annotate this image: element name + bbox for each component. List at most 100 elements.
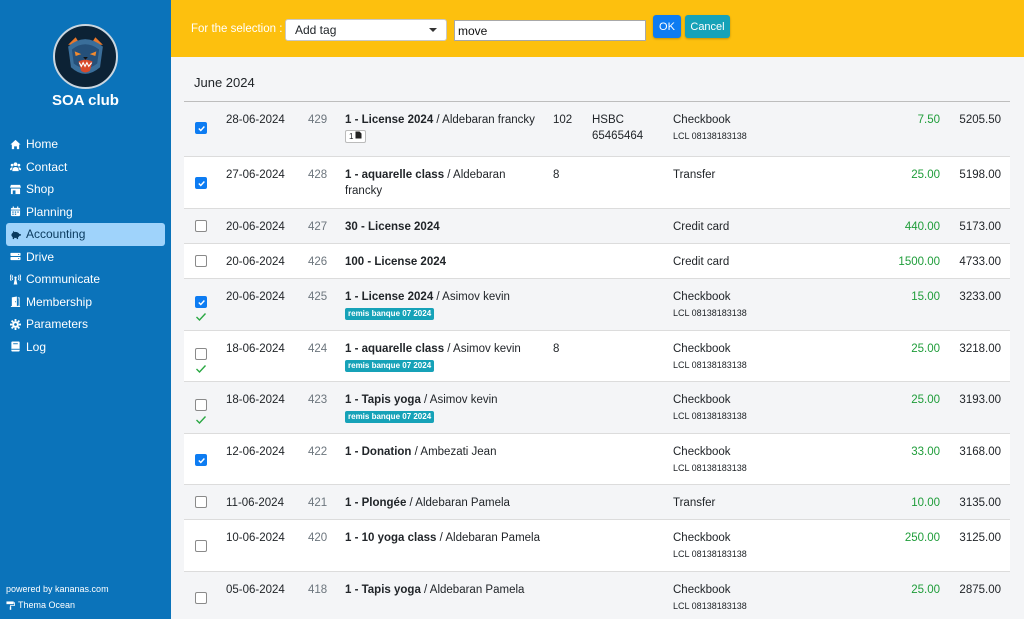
payment-method: Checkbook: [673, 446, 731, 458]
attachment-badge[interactable]: 1: [345, 130, 367, 143]
row-checkbox[interactable]: [195, 399, 207, 411]
row-checkbox[interactable]: [195, 296, 207, 308]
row-amount: 440.00: [904, 221, 940, 233]
row-date: 12-06-2024: [226, 446, 285, 458]
theme-link[interactable]: Thema Ocean: [6, 600, 75, 610]
row-label[interactable]: 1 - 10 yoga class / Aldebaran Pamela: [345, 530, 545, 546]
row-payment-method: Transfer: [673, 167, 793, 183]
row-label[interactable]: 1 - Plongée / Aldebaran Pamela: [345, 495, 545, 511]
row-checkbox[interactable]: [195, 540, 207, 552]
payment-account: LCL 08138183138: [673, 131, 747, 141]
row-date: 20-06-2024: [226, 221, 285, 233]
shop-icon: [9, 184, 22, 195]
table-row[interactable]: 28-06-2024 429 1 - License 2024 / Aldebara…: [184, 102, 1010, 157]
row-number: 429: [308, 114, 328, 126]
row-label-main: 1 - aquarelle class: [345, 343, 445, 355]
row-checkbox[interactable]: [195, 255, 207, 267]
row-checkbox[interactable]: [195, 496, 207, 508]
table-row[interactable]: 11-06-2024 421 1 - Plongée / Aldebaran Pam…: [184, 485, 1010, 520]
row-amount: 7.50: [917, 114, 940, 126]
sidebar-item-planning[interactable]: Planning: [6, 201, 165, 224]
tag-badge[interactable]: remis banque 07 2024: [345, 411, 435, 423]
verified-check-icon: [195, 414, 207, 425]
sidebar-item-contact[interactable]: Contact: [6, 156, 165, 179]
row-label[interactable]: 1 - aquarelle class / Asimov kevin remis …: [345, 341, 545, 373]
row-checkbox[interactable]: [195, 348, 207, 360]
row-amount: 25.00: [911, 169, 940, 181]
row-amount: 33.00: [911, 446, 940, 458]
sidebar: SOA club Home Contact Shop Planning Acco…: [0, 0, 171, 619]
row-quantity: 102: [553, 114, 573, 126]
row-payment-method: Transfer: [673, 495, 793, 511]
sidebar-item-label: Drive: [26, 249, 55, 264]
transactions-table: 28-06-2024 429 1 - License 2024 / Aldebara…: [184, 101, 1010, 619]
action-select[interactable]: Add tag: [285, 19, 447, 41]
table-row[interactable]: 10-06-2024 420 1 - 10 yoga class / Aldebar…: [184, 520, 1010, 572]
row-quantity: 8: [553, 343, 560, 355]
sidebar-item-label: Shop: [26, 182, 55, 197]
row-balance: 5205.50: [959, 114, 1001, 126]
row-checkbox[interactable]: [195, 177, 207, 189]
sidebar-nav: Home Contact Shop Planning Accounting Dr…: [6, 133, 165, 358]
sidebar-item-accounting[interactable]: Accounting: [6, 223, 165, 246]
row-label[interactable]: 1 - License 2024 / Asimov kevin remis ban…: [345, 289, 545, 321]
row-checkbox-cell: [195, 496, 207, 508]
table-row[interactable]: 20-06-2024 426 100 - License 2024 Credit ca…: [184, 244, 1010, 279]
sidebar-item-log[interactable]: Log: [6, 336, 165, 359]
calendar-icon: [9, 206, 22, 217]
row-label-contact: / Asimov kevin: [444, 343, 521, 355]
row-number: 428: [308, 169, 328, 181]
sidebar-item-membership[interactable]: Membership: [6, 291, 165, 314]
row-date: 18-06-2024: [226, 343, 285, 355]
row-label[interactable]: 1 - aquarelle class / Aldebaran francky: [345, 167, 545, 199]
table-row[interactable]: 20-06-2024 425 1 - License 2024 / Asimov k…: [184, 279, 1010, 331]
row-payment-method: Checkbook LCL 08138183138: [673, 392, 793, 422]
powered-by-link[interactable]: powered by kananas.com: [6, 584, 109, 594]
row-label[interactable]: 1 - Tapis yoga / Aldebaran Pamela: [345, 582, 545, 598]
row-label[interactable]: 30 - License 2024: [345, 219, 545, 235]
cancel-button[interactable]: Cancel: [685, 15, 730, 38]
tag-input[interactable]: [454, 20, 646, 41]
row-label[interactable]: 1 - Donation / Ambezati Jean: [345, 444, 545, 460]
sidebar-item-label: Planning: [26, 204, 73, 219]
row-balance: 3168.00: [959, 446, 1001, 458]
row-checkbox[interactable]: [195, 592, 207, 604]
tag-badge[interactable]: remis banque 07 2024: [345, 308, 435, 320]
row-balance: 3125.00: [959, 532, 1001, 544]
row-payment-method: Checkbook LCL 08138183138: [673, 341, 793, 371]
ok-button[interactable]: OK: [653, 15, 681, 38]
row-checkbox-cell: [195, 454, 207, 466]
sidebar-item-shop[interactable]: Shop: [6, 178, 165, 201]
row-label[interactable]: 1 - License 2024 / Aldebaran francky 1: [345, 112, 545, 144]
row-label-contact: / Aldebaran Pamela: [420, 584, 525, 596]
sidebar-item-communicate[interactable]: Communicate: [6, 268, 165, 291]
row-label[interactable]: 100 - License 2024: [345, 254, 545, 270]
chevron-down-icon: [429, 28, 437, 32]
row-checkbox[interactable]: [195, 122, 207, 134]
table-row[interactable]: 27-06-2024 428 1 - aquarelle class / Aldeb…: [184, 157, 1010, 209]
sidebar-item-drive[interactable]: Drive: [6, 246, 165, 269]
document-icon: [353, 131, 362, 142]
club-logo[interactable]: [53, 24, 118, 89]
row-label[interactable]: 1 - Tapis yoga / Asimov kevin remis banqu…: [345, 392, 545, 424]
table-row[interactable]: 18-06-2024 424 1 - aquarelle class / Asimo…: [184, 331, 1010, 382]
row-label-main: 1 - Plongée: [345, 497, 407, 509]
row-label-contact: / Asimov kevin: [420, 394, 498, 406]
payment-account: LCL 08138183138: [673, 308, 747, 318]
table-row[interactable]: 18-06-2024 423 1 - Tapis yoga / Asimov kev…: [184, 382, 1010, 434]
sidebar-item-home[interactable]: Home: [6, 133, 165, 156]
row-label-main: 1 - Tapis yoga: [345, 394, 421, 406]
sidebar-item-label: Contact: [26, 159, 68, 174]
row-quantity: 8: [553, 169, 560, 181]
row-date: 10-06-2024: [226, 532, 285, 544]
row-checkbox[interactable]: [195, 454, 207, 466]
row-checkbox-cell: [195, 255, 207, 267]
row-date: 20-06-2024: [226, 291, 285, 303]
row-checkbox[interactable]: [195, 220, 207, 232]
table-row[interactable]: 05-06-2024 418 1 - Tapis yoga / Aldebaran …: [184, 572, 1010, 619]
table-row[interactable]: 20-06-2024 427 30 - License 2024 Credit car…: [184, 209, 1010, 244]
sidebar-item-parameters[interactable]: Parameters: [6, 313, 165, 336]
tag-badge[interactable]: remis banque 07 2024: [345, 360, 435, 372]
row-checkbox-cell: [195, 348, 207, 360]
table-row[interactable]: 12-06-2024 422 1 - Donation / Ambezati Jea…: [184, 434, 1010, 485]
